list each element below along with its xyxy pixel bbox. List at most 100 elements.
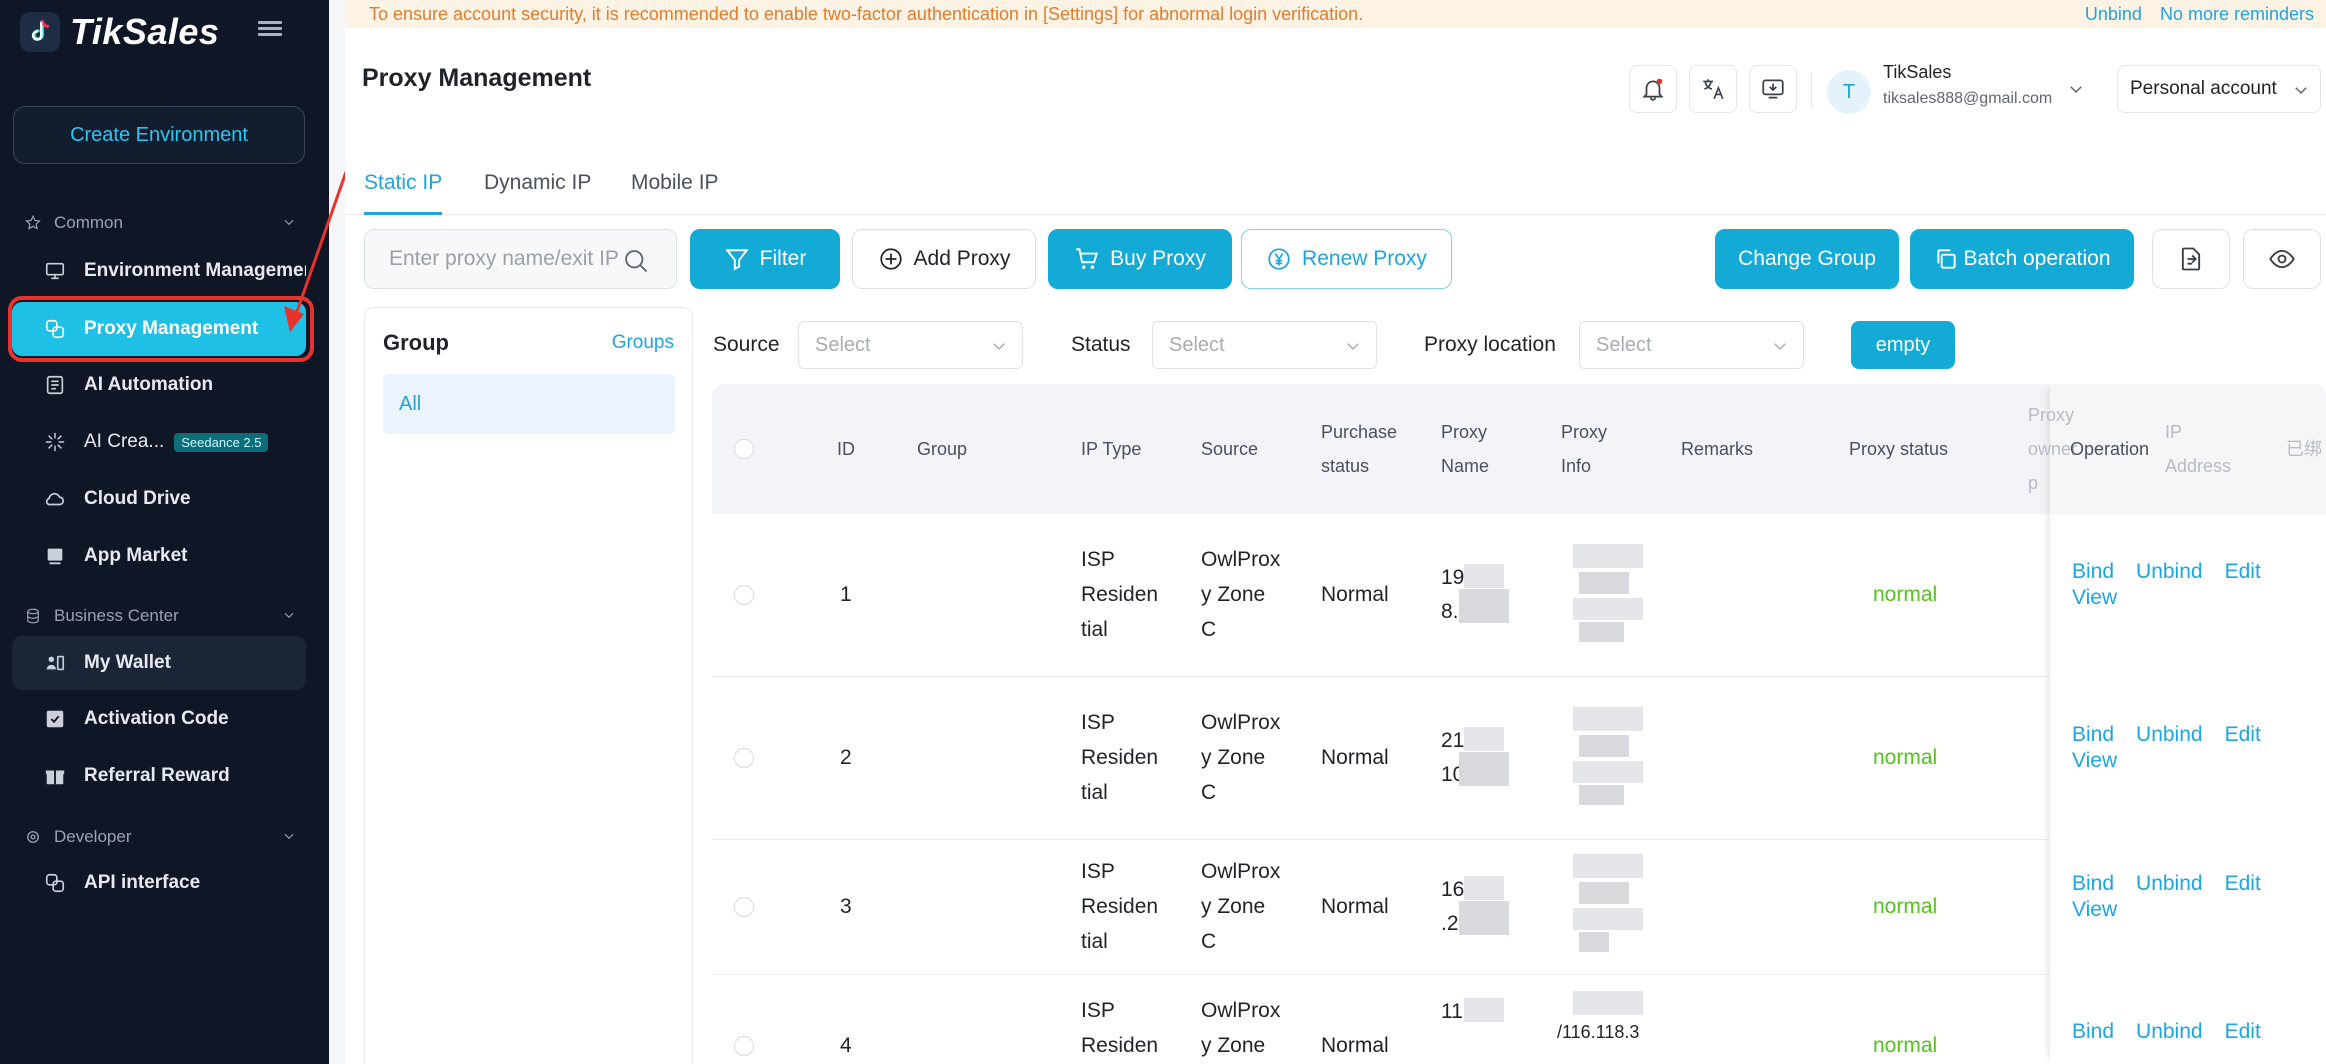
logo[interactable]: TikSales — [20, 11, 219, 52]
header-proxy-name-1: Proxy — [1441, 422, 1488, 442]
section-developer[interactable]: Developer — [24, 827, 296, 847]
bind-link[interactable]: Bind — [2072, 723, 2114, 747]
menu-toggle-icon[interactable] — [258, 18, 282, 42]
filter-button[interactable]: Filter — [690, 229, 840, 289]
view-link[interactable]: View — [2072, 749, 2117, 773]
proxy-type-tabs: Static IP Dynamic IP Mobile IP — [345, 161, 2326, 215]
cell-purchase-status: Normal — [1321, 1034, 1389, 1057]
sidebar-item-proxy-management[interactable]: Proxy Management — [12, 302, 306, 356]
row-select-radio[interactable] — [734, 748, 754, 768]
sidebar-item-app-market[interactable]: App Market — [12, 529, 306, 583]
bind-link[interactable]: Bind — [2072, 1020, 2114, 1044]
sidebar-item-ai-automation[interactable]: AI Automation — [12, 358, 306, 412]
proxy-table: ID Group IP Type Source Purchase status … — [712, 384, 2326, 1064]
create-environment-button[interactable]: Create Environment — [13, 106, 305, 164]
bind-link[interactable]: Bind — [2072, 872, 2114, 896]
sidebar-item-my-wallet[interactable]: My Wallet — [12, 636, 306, 690]
unbind-link[interactable]: Unbind — [2136, 872, 2203, 896]
cell-source: C — [1201, 618, 1217, 641]
redacted-block — [1573, 761, 1643, 783]
section-common[interactable]: Common — [24, 213, 296, 233]
avatar[interactable]: T — [1827, 70, 1871, 114]
cell-proxy-info: /116.118.3 — [1557, 1022, 1640, 1042]
cell-ip-type: ISP — [1081, 548, 1115, 571]
edit-link[interactable]: Edit — [2225, 872, 2261, 896]
row-select-radio[interactable] — [734, 1036, 754, 1056]
buy-proxy-button[interactable]: Buy Proxy — [1048, 229, 1232, 289]
header-group: Group — [917, 439, 968, 459]
view-link[interactable]: View — [2072, 586, 2117, 610]
tab-mobile-ip[interactable]: Mobile IP — [631, 161, 719, 215]
user-email: tiksales888@gmail.com — [1883, 90, 2053, 107]
chevron-down-icon — [284, 612, 294, 619]
tab-static-ip[interactable]: Static IP — [364, 161, 443, 215]
cell-ip-type: ISP — [1081, 711, 1115, 734]
status-select[interactable]: Select — [1152, 321, 1377, 369]
renew-proxy-button[interactable]: Renew Proxy — [1241, 229, 1452, 289]
sidebar-item-referral-reward[interactable]: Referral Reward — [12, 749, 306, 803]
status-select-placeholder: Select — [1169, 333, 1225, 356]
location-select[interactable]: Select — [1579, 321, 1804, 369]
manage-groups-link[interactable]: Groups — [612, 332, 674, 354]
row-select-radio[interactable] — [734, 897, 754, 917]
tab-dynamic-ip[interactable]: Dynamic IP — [484, 161, 591, 215]
translate-button[interactable] — [1689, 65, 1737, 113]
header-proxy-info-2: Info — [1561, 456, 1592, 476]
cell-source: OwlProx — [1201, 999, 1281, 1022]
column-settings-button[interactable] — [2243, 229, 2321, 289]
group-panel: Group Groups All — [364, 307, 693, 1064]
header-owner-3: p — [2028, 473, 2039, 493]
sidebar-item-label: Activation Code — [84, 708, 229, 729]
search-input[interactable]: Enter proxy name/exit IP — [364, 229, 677, 289]
edit-link[interactable]: Edit — [2225, 1020, 2261, 1044]
account-type-select[interactable]: Personal account — [2117, 65, 2321, 113]
redacted-block — [1573, 544, 1643, 568]
header-ip-address-1: IP — [2165, 422, 2183, 442]
location-filter-label: Proxy location — [1424, 333, 1556, 356]
sidebar-item-cloud-drive[interactable]: Cloud Drive — [12, 472, 306, 526]
row-select-radio[interactable] — [734, 585, 754, 605]
redacted-block — [1579, 735, 1629, 757]
change-group-button[interactable]: Change Group — [1715, 229, 1899, 289]
cart-icon — [1076, 248, 1099, 269]
view-link[interactable]: View — [2072, 898, 2117, 922]
group-item-all[interactable]: All — [383, 374, 675, 434]
security-notice: To ensure account security, it is recomm… — [345, 0, 2326, 28]
add-proxy-button[interactable]: Add Proxy — [852, 229, 1036, 289]
chevron-down-icon[interactable] — [2067, 80, 2085, 98]
section-business-center[interactable]: Business Center — [24, 606, 296, 626]
notifications-button[interactable] — [1629, 65, 1677, 113]
group-title: Group — [383, 330, 449, 355]
unbind-link[interactable]: Unbind — [2136, 1020, 2203, 1044]
cell-source: C — [1201, 930, 1217, 953]
edit-link[interactable]: Edit — [2225, 560, 2261, 584]
bind-link[interactable]: Bind — [2072, 560, 2114, 584]
sidebar-item-activation-code[interactable]: Activation Code — [12, 692, 306, 746]
notice-dismiss-link[interactable]: No more reminders — [2160, 4, 2314, 25]
source-select-placeholder: Select — [815, 333, 871, 356]
header-purchase-status-1: Purchase — [1321, 422, 1398, 442]
sidebar-item-ai-creation[interactable]: AI Crea... Seedance 2.5 — [12, 415, 306, 469]
header-proxy-status: Proxy status — [1849, 439, 1949, 459]
filter-label: Filter — [759, 247, 807, 270]
cell-ip-type: ISP — [1081, 999, 1115, 1022]
sidebar-item-label: Cloud Drive — [84, 488, 191, 509]
plus-circle-icon — [879, 248, 902, 270]
notice-unbind-link[interactable]: Unbind — [2085, 4, 2142, 25]
copy-icon — [1937, 249, 1957, 269]
cell-id: 3 — [840, 895, 852, 918]
clear-filters-button[interactable]: empty — [1851, 321, 1955, 369]
export-button[interactable] — [2152, 229, 2230, 289]
source-select[interactable]: Select — [798, 321, 1023, 369]
sidebar-item-api-interface[interactable]: API interface — [12, 856, 306, 910]
download-client-button[interactable] — [1749, 65, 1797, 113]
unbind-link[interactable]: Unbind — [2136, 560, 2203, 584]
header-proxy-info-1: Proxy — [1561, 422, 1608, 442]
sidebar-item-label: App Market — [84, 545, 188, 566]
edit-link[interactable]: Edit — [2225, 723, 2261, 747]
batch-operation-button[interactable]: Batch operation — [1910, 229, 2134, 289]
sidebar-item-environment[interactable]: Environment Managemer — [12, 244, 306, 298]
select-all-radio[interactable] — [734, 439, 754, 459]
cell-ip-type: tial — [1081, 618, 1108, 641]
unbind-link[interactable]: Unbind — [2136, 723, 2203, 747]
